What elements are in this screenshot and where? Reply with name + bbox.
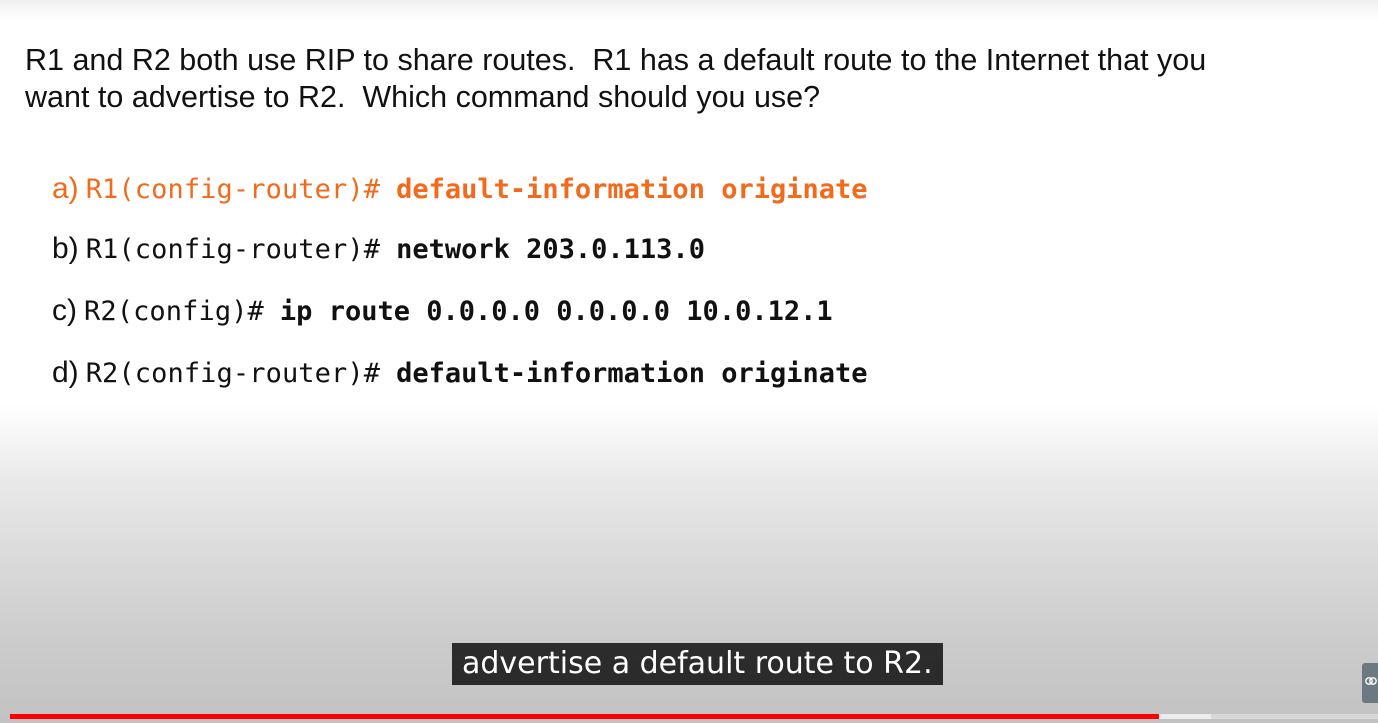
option-b: b) R1(config-router)# network 203.0.113.… — [52, 232, 705, 272]
option-letter: c) — [52, 294, 77, 327]
question-text: R1 and R2 both use RIP to share routes. … — [25, 43, 1207, 114]
option-letter: b) — [52, 232, 79, 265]
top-shade — [0, 0, 1378, 22]
side-widget[interactable] — [1362, 663, 1378, 703]
option-letter: d) — [52, 356, 79, 389]
option-command: ip route 0.0.0.0 0.0.0.0 10.0.12.1 — [279, 296, 833, 327]
cloud-link-icon — [1364, 674, 1378, 693]
option-command: network 203.0.113.0 — [396, 234, 705, 265]
option-prompt: R1(config-router)# — [85, 174, 381, 205]
option-c: c) R2(config)# ip route 0.0.0.0 0.0.0.0 … — [52, 294, 833, 334]
progress-buffered — [1159, 714, 1211, 719]
option-a: a) R1(config-router)# default-informatio… — [52, 172, 868, 212]
progress-unplayed — [1211, 714, 1378, 719]
option-command: default-information originate — [396, 174, 868, 205]
option-prompt: R2(config-router)# — [85, 358, 381, 389]
option-prompt: R2(config)# — [84, 296, 264, 327]
progress-bar[interactable] — [10, 714, 1378, 719]
option-letter: a) — [52, 172, 79, 205]
option-d: d) R2(config-router)# default-informatio… — [52, 356, 868, 396]
progress-played — [10, 714, 1159, 719]
option-prompt: R1(config-router)# — [85, 234, 381, 265]
option-command: default-information originate — [396, 358, 868, 389]
subtitle-caption: advertise a default route to R2. — [452, 643, 943, 685]
